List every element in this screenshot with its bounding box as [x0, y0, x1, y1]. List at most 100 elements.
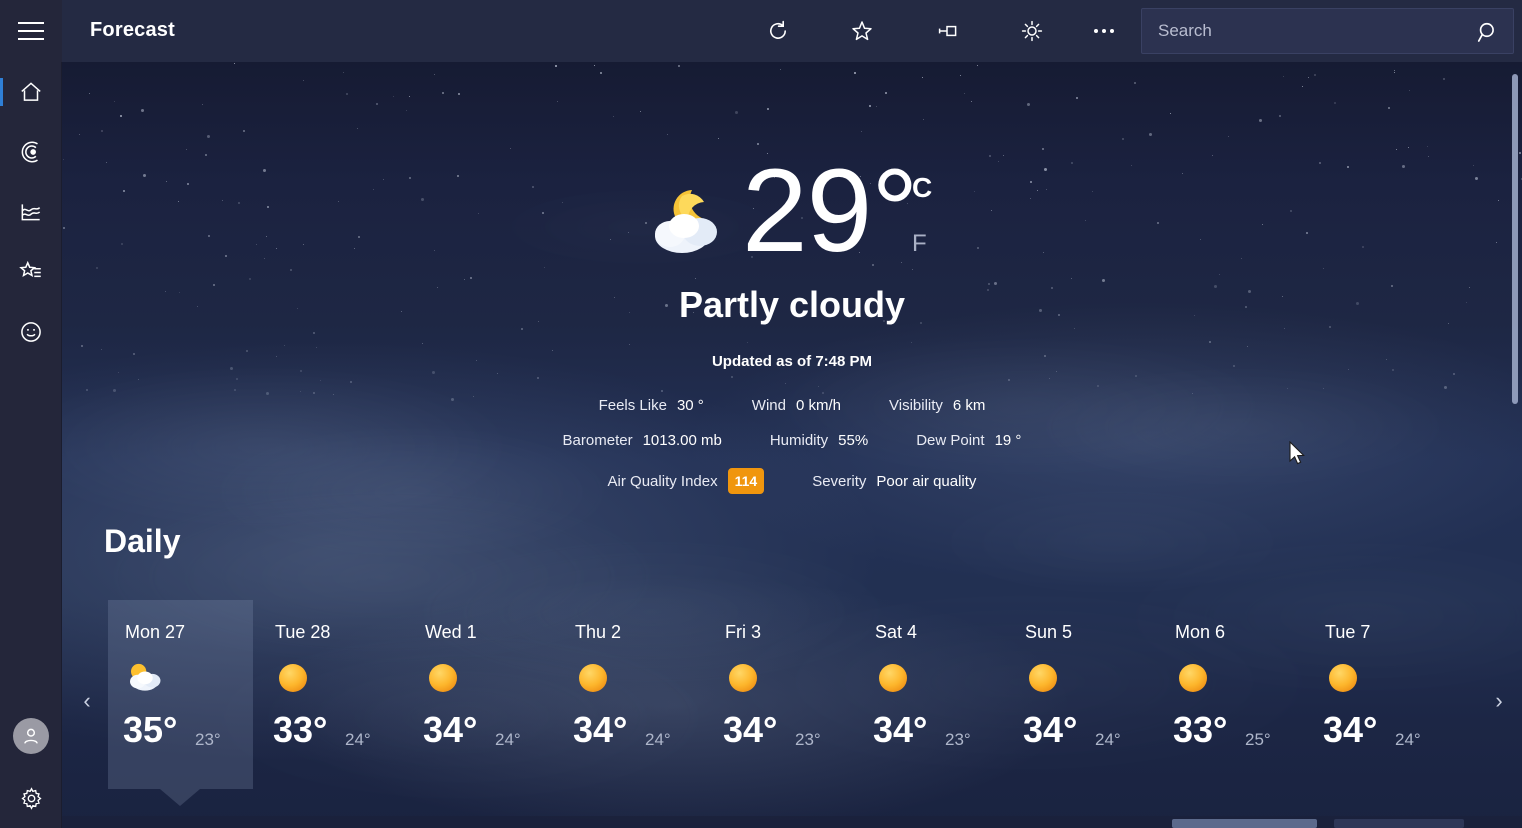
day-low-temperature: 23°	[945, 730, 971, 749]
detail-label: Dew Point	[916, 432, 985, 449]
daily-forecast-card[interactable]: Wed 1 34° 24°	[408, 600, 558, 790]
daily-forecast-card[interactable]: Thu 2 34° 24°	[558, 600, 708, 790]
day-label: Thu 2	[575, 622, 622, 642]
horizontal-scrollbar-thumb[interactable]	[1172, 819, 1317, 828]
daily-forecast-card[interactable]: Mon 27 35° 23°	[108, 600, 258, 806]
weather-app-window: 29° C F Partly cloudy Updated as of 7:48…	[0, 0, 1522, 828]
daily-forecast-card[interactable]: Fri 3 34° 23°	[708, 600, 858, 790]
unit-celsius-button[interactable]: C	[912, 172, 932, 204]
left-navigation-rail	[0, 0, 62, 828]
brightness-button[interactable]	[1010, 10, 1054, 52]
day-label: Mon 6	[1175, 622, 1226, 642]
day-low-temperature: 24°	[1095, 730, 1121, 749]
vertical-scrollbar-thumb[interactable]	[1512, 74, 1518, 404]
sunny-icon	[1175, 660, 1211, 696]
pin-button[interactable]	[926, 10, 970, 52]
gear-icon	[20, 786, 42, 810]
line-chart-icon	[21, 204, 41, 221]
current-temperature: 29°	[742, 145, 918, 277]
search-input[interactable]	[1158, 9, 1458, 53]
detail-wind: Wind 0 km/h	[752, 397, 841, 414]
daily-forecast-strip: Mon 27 35° 23° Tue 28 33° 24° Wed 1 34° 24° Thu 2…	[62, 600, 1522, 806]
sidebar-item-favorites[interactable]	[0, 242, 62, 302]
horizontal-scrollbar[interactable]	[62, 816, 1522, 828]
day-high-temperature: 34°	[873, 709, 928, 750]
day-label: Sun 5	[1025, 622, 1073, 642]
sun-icon	[1021, 20, 1043, 42]
daily-forecast-card[interactable]: Sun 5 34° 24°	[1008, 600, 1158, 790]
person-icon	[24, 728, 38, 744]
radar-icon	[21, 141, 38, 163]
refresh-button[interactable]	[756, 10, 800, 52]
sunny-icon	[579, 664, 607, 692]
day-low-temperature: 24°	[645, 730, 671, 749]
search-submit-button[interactable]	[1471, 15, 1505, 49]
moon-behind-cloud-icon	[648, 174, 738, 264]
day-high-temperature: 35°	[123, 709, 178, 750]
detail-label: Wind	[751, 397, 786, 414]
hamburger-menu-button[interactable]	[0, 0, 62, 62]
details-row-2: Barometer 1013.00 mb Humidity 55% Dew Po…	[62, 432, 1522, 449]
daily-forecast-card[interactable]: Mon 6 33° 25°	[1158, 600, 1308, 790]
settings-button[interactable]	[0, 775, 62, 821]
sunny-icon	[875, 660, 911, 696]
vertical-scrollbar[interactable]	[1512, 66, 1518, 828]
day-low-temperature: 23°	[195, 730, 221, 749]
sunny-icon	[1329, 664, 1357, 692]
day-label: Tue 28	[275, 622, 331, 642]
detail-value: 30 °	[676, 397, 704, 414]
sun-behind-cloud-icon	[130, 663, 161, 691]
sunny-icon	[725, 660, 761, 696]
account-avatar[interactable]	[13, 718, 49, 754]
star-list-icon	[19, 260, 41, 278]
detail-dew-point: Dew Point 19 °	[916, 432, 1021, 449]
unit-fahrenheit-button[interactable]: F	[912, 230, 927, 258]
pin-icon	[938, 25, 957, 37]
day-high-temperature: 34°	[1323, 709, 1378, 750]
sunny-icon	[1325, 660, 1361, 696]
active-indicator	[0, 78, 3, 106]
search-box[interactable]	[1141, 8, 1514, 54]
day-low-temperature: 24°	[345, 730, 371, 749]
page-title: Forecast	[90, 19, 175, 41]
daily-forecast-card[interactable]: Sat 4 34° 23°	[858, 600, 1008, 790]
day-label: Mon 27	[125, 622, 186, 642]
detail-label: Air Quality Index	[607, 472, 718, 490]
star-icon	[852, 21, 872, 41]
favorite-button[interactable]	[840, 10, 884, 52]
smiley-icon	[21, 322, 41, 342]
sidebar-item-historical-weather[interactable]	[0, 182, 62, 242]
sidebar-item-news[interactable]	[0, 302, 62, 362]
hamburger-icon	[18, 22, 44, 40]
day-low-temperature: 24°	[1395, 730, 1421, 749]
detail-value: 1013.00 mb	[642, 432, 722, 449]
day-label: Sat 4	[875, 622, 918, 642]
daily-forecast-card[interactable]: Tue 7 34° 24°	[1308, 600, 1458, 790]
more-options-button[interactable]	[1082, 10, 1126, 52]
sunny-icon	[1179, 664, 1207, 692]
sunny-icon	[1025, 660, 1061, 696]
detail-value: 19 °	[994, 432, 1022, 449]
selected-card-pointer	[160, 789, 200, 806]
sun-behind-cloud-icon	[125, 660, 161, 696]
aqi-badge: 114	[727, 468, 765, 494]
detail-value: 55%	[838, 432, 869, 449]
detail-barometer: Barometer 1013.00 mb	[563, 432, 722, 449]
detail-label: Humidity	[769, 432, 829, 449]
sunny-icon	[879, 664, 907, 692]
horizontal-scrollbar-track-segment[interactable]	[1334, 819, 1464, 828]
search-icon	[1477, 22, 1494, 42]
sidebar-item-maps[interactable]	[0, 122, 62, 182]
daily-forecast-card[interactable]: Tue 28 33° 24°	[258, 600, 408, 790]
detail-humidity: Humidity 55%	[770, 432, 868, 449]
detail-value: 6 km	[952, 397, 986, 414]
sidebar-item-home[interactable]	[0, 62, 62, 122]
detail-feels-like: Feels Like 30 °	[599, 397, 704, 414]
day-high-temperature: 34°	[573, 709, 628, 750]
day-low-temperature: 23°	[795, 730, 821, 749]
daily-heading: Daily	[104, 523, 181, 559]
detail-label: Feels Like	[598, 397, 667, 414]
detail-value: Poor air quality	[876, 472, 977, 490]
day-label: Wed 1	[425, 622, 477, 642]
sunny-icon	[425, 660, 461, 696]
